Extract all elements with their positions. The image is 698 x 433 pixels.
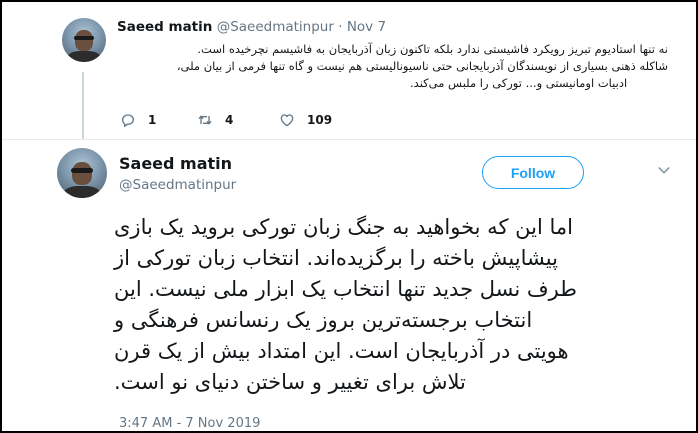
reply-icon <box>122 114 134 127</box>
parent-header: Saeed matin @Saeedmatinpur · Nov 7 <box>117 19 386 35</box>
avatar-glasses <box>74 35 94 40</box>
chevron-down-icon[interactable] <box>656 162 672 178</box>
avatar-glasses <box>71 168 93 173</box>
main-tweet-text: اما این که بخواهید به جنگ زبان تورکی برو… <box>114 212 672 398</box>
parent-text-line: شاکله ذهنی بسیاری از نویسندگان آذربایجان… <box>176 59 668 73</box>
retweet-button[interactable]: 4 <box>197 112 233 128</box>
main-avatar[interactable] <box>57 148 107 198</box>
avatar-shirt <box>67 51 101 62</box>
like-button[interactable]: 109 <box>279 112 332 128</box>
main-text-line: اما این که بخواهید به جنگ زبان تورکی برو… <box>114 215 573 239</box>
parent-date[interactable]: Nov 7 <box>347 19 386 35</box>
thread-line <box>82 72 84 140</box>
parent-tweet-text: نه تنها استادیوم تبریز رویکرد فاشیستی ند… <box>176 41 668 92</box>
main-author-name[interactable]: Saeed matin <box>119 154 232 173</box>
main-text-line: طرف نسل جدید تنها انتخاب یک ابزار ملی نی… <box>114 277 577 301</box>
parent-handle[interactable]: @Saeedmatinpur <box>217 19 334 35</box>
reply-button[interactable]: 1 <box>120 112 156 128</box>
avatar-face <box>75 30 93 51</box>
main-handle[interactable]: @Saeedmatinpur <box>119 177 236 193</box>
reply-count: 1 <box>148 113 157 127</box>
like-icon <box>280 114 294 127</box>
main-text-line: پیشاپیش باخته را برگزیده‌اند. انتخاب زبا… <box>114 246 558 270</box>
parent-author-name[interactable]: Saeed matin <box>117 19 212 35</box>
parent-avatar[interactable] <box>62 18 106 62</box>
like-count: 109 <box>307 113 333 127</box>
divider <box>2 139 696 140</box>
main-text-line: تلاش برای تغییر و ساختن دنیای نو است. <box>114 370 466 394</box>
main-text-line: هویتی در آذربایجان است. این امتداد بیش ا… <box>114 339 569 363</box>
parent-tweet[interactable]: Saeed matin @Saeedmatinpur · Nov 7 نه تن… <box>2 2 696 140</box>
parent-actions: 1 4 109 <box>117 112 417 132</box>
parent-text-line: نه تنها استادیوم تبریز رویکرد فاشیستی ند… <box>197 42 668 56</box>
parent-text-line: ادبیات اومانیستی و... تورکی را ملبس می‌ک… <box>410 76 628 90</box>
separator-dot: · <box>338 19 343 35</box>
follow-button[interactable]: Follow <box>482 156 584 189</box>
retweet-count: 4 <box>225 113 234 127</box>
retweet-icon <box>198 115 212 125</box>
avatar-shirt <box>63 186 101 198</box>
tweet-frame: Saeed matin @Saeedmatinpur · Nov 7 نه تن… <box>0 0 698 433</box>
main-text-line: انتخاب برجسته‌ترین بروز یک رنسانس فرهنگی… <box>114 308 533 332</box>
avatar-face <box>72 162 92 185</box>
tweet-timestamp[interactable]: 3:47 AM - 7 Nov 2019 <box>119 416 260 431</box>
